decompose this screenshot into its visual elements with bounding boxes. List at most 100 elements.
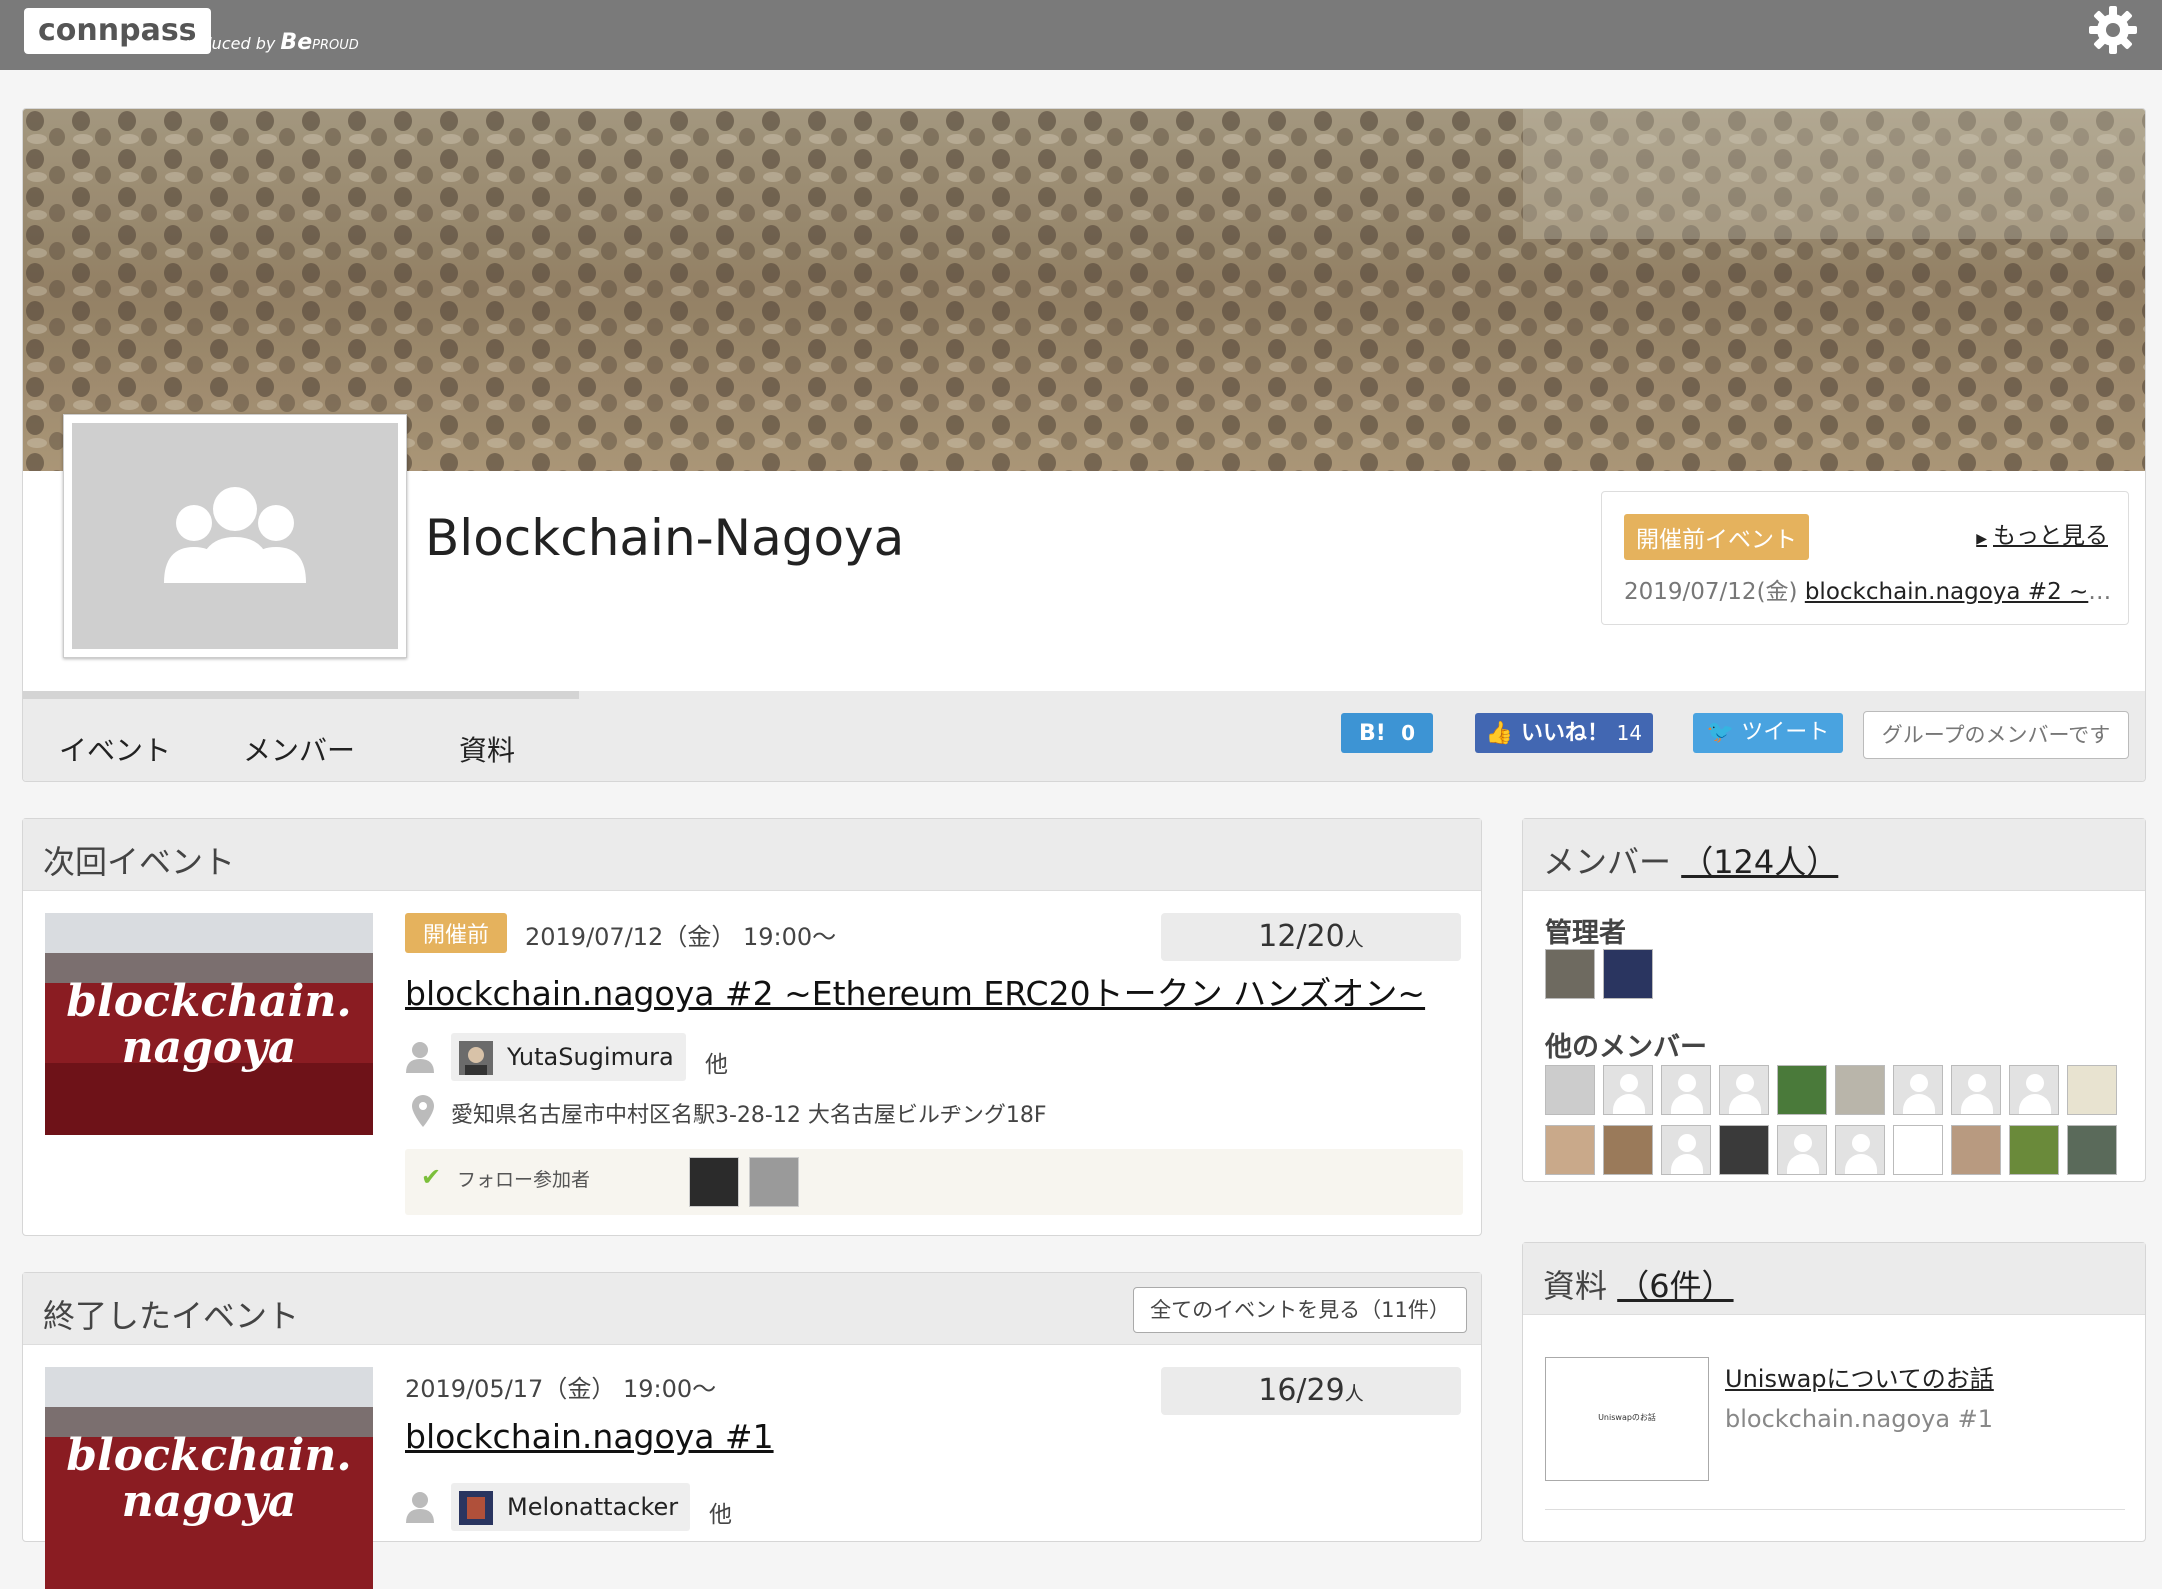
status-badge: 開催前: [405, 913, 508, 953]
material-title-link[interactable]: Uniswapについてのお話: [1725, 1359, 1994, 1394]
admins-heading: 管理者: [1545, 918, 1626, 949]
admin-avatar[interactable]: [1603, 949, 1653, 999]
member-avatar[interactable]: [2009, 1125, 2059, 1175]
follower-avatar[interactable]: [749, 1157, 799, 1207]
member-avatar[interactable]: [1893, 1065, 1943, 1115]
thumbnail-text: blockchain. nagoya: [45, 1433, 373, 1525]
tweet-label: ツイート: [1741, 720, 1830, 745]
follow-participants: ✔ フォロー参加者: [405, 1149, 1463, 1215]
materials-count-link[interactable]: （6件）: [1617, 1267, 1733, 1305]
follow-label: フォロー参加者: [457, 1169, 591, 1191]
members-heading: メンバー （124人）: [1543, 837, 1838, 883]
participant-count-unit: 人: [1344, 1383, 1364, 1405]
gear-icon[interactable]: [2085, 2, 2141, 58]
group-avatar-placeholder: [72, 423, 398, 649]
event-owner: YutaSugimura 他: [405, 1033, 745, 1081]
follower-avatar[interactable]: [689, 1157, 739, 1207]
member-status-button[interactable]: グループのメンバーです: [1863, 711, 2129, 759]
event-title-link[interactable]: blockchain.nagoya #1: [405, 1417, 774, 1456]
member-avatar[interactable]: [1661, 1125, 1711, 1175]
beproud-suffix: PROUD: [312, 38, 359, 53]
owner-name: YutaSugimura: [507, 1043, 674, 1071]
materials-heading-label: 資料: [1543, 1267, 1608, 1305]
thumbs-up-icon: 👍: [1485, 721, 1514, 746]
like-label: いいね！: [1520, 721, 1609, 746]
thumbnail-line1: blockchain.: [66, 1430, 352, 1481]
member-avatar[interactable]: [1893, 1125, 1943, 1175]
member-avatar[interactable]: [1719, 1065, 1769, 1115]
member-avatar[interactable]: [1545, 1125, 1595, 1175]
hatena-icon: B!: [1358, 721, 1386, 746]
tweet-button[interactable]: 🐦 ツイート: [1693, 713, 1843, 753]
event-date: 2019/05/17（金） 19:00〜: [405, 1375, 717, 1403]
twitter-bird-icon: 🐦: [1706, 720, 1735, 745]
participant-count: 12/20人: [1161, 913, 1461, 961]
material-event-name: blockchain.nagoya #1: [1725, 1405, 1994, 1433]
material-thumbnail-text: Uniswapのお話: [1598, 1413, 1656, 1422]
members-panel: メンバー （124人） 管理者 他のメンバー: [1522, 818, 2146, 1182]
member-avatar[interactable]: [2067, 1125, 2117, 1175]
owner-name: Melonattacker: [507, 1493, 679, 1521]
all-events-button[interactable]: 全てのイベントを見る（11件）: [1133, 1287, 1467, 1333]
owner-avatar: [459, 1491, 493, 1525]
owner-chip[interactable]: Melonattacker: [451, 1483, 691, 1531]
materials-panel: 資料 （6件） Uniswapのお話 Uniswapについてのお話 blockc…: [1522, 1242, 2146, 1542]
members-heading-label: メンバー: [1543, 843, 1672, 881]
material-thumbnail[interactable]: Uniswapのお話: [1545, 1357, 1709, 1481]
member-avatar[interactable]: [1777, 1125, 1827, 1175]
more-link[interactable]: ▶ もっと見る: [1976, 516, 2108, 550]
member-avatar[interactable]: [1661, 1065, 1711, 1115]
upcoming-event-line: 2019/07/12(金) blockchain.nagoya #2 ~Ethe…: [1624, 572, 2114, 606]
thumbnail-line1: blockchain.: [66, 976, 352, 1027]
group-header-card: Blockchain-Nagoya 開催前イベント ▶ もっと見る 2019/07…: [22, 108, 2146, 782]
member-avatar[interactable]: [1603, 1065, 1653, 1115]
member-avatar[interactable]: [1603, 1125, 1653, 1175]
person-icon: [406, 1042, 434, 1073]
thumbnail-line2: nagoya: [121, 1022, 297, 1073]
member-avatar[interactable]: [1719, 1125, 1769, 1175]
admin-avatar[interactable]: [1545, 949, 1595, 999]
owner-other: 他: [709, 1502, 732, 1528]
member-avatar[interactable]: [1835, 1065, 1885, 1115]
upcoming-event-link[interactable]: blockchain.nagoya #2 ~Ethereum ERC20トークン…: [1805, 579, 2114, 605]
member-avatar[interactable]: [1835, 1125, 1885, 1175]
next-event-thumbnail[interactable]: blockchain. nagoya: [45, 913, 373, 1135]
facebook-like-button[interactable]: 👍 いいね！ 14: [1475, 713, 1653, 753]
member-avatar[interactable]: [2067, 1065, 2117, 1115]
upcoming-badge: 開催前イベント: [1624, 514, 1809, 560]
hatena-bookmark-button[interactable]: B! 0: [1341, 713, 1433, 753]
upcoming-event-date: 2019/07/12(金): [1624, 579, 1798, 605]
group-tab-bar: イベント メンバー 資料 B! 0 👍 いいね！ 14 🐦 ツイート グループの…: [23, 691, 2145, 781]
participant-count: 16/29人: [1161, 1367, 1461, 1415]
members-header: メンバー （124人）: [1523, 819, 2145, 891]
like-count: 14: [1616, 721, 1643, 745]
produced-by-text: produced by BePROUD: [175, 30, 359, 55]
event-title: blockchain.nagoya #1: [405, 1417, 774, 1456]
tab-events[interactable]: イベント: [59, 729, 171, 769]
owner-other: 他: [705, 1052, 728, 1078]
group-people-icon: [164, 487, 306, 583]
next-event-header: 次回イベント: [23, 819, 1481, 891]
member-avatar[interactable]: [1951, 1125, 2001, 1175]
member-avatar[interactable]: [1777, 1065, 1827, 1115]
materials-heading: 資料 （6件）: [1543, 1261, 1734, 1307]
member-avatar[interactable]: [1545, 1065, 1595, 1115]
thumbnail-text: blockchain. nagoya: [45, 979, 373, 1071]
members-count-link[interactable]: （124人）: [1681, 843, 1838, 881]
tab-indicator: [23, 691, 579, 699]
divider: [1545, 1509, 2125, 1510]
member-avatar[interactable]: [1951, 1065, 2001, 1115]
top-navigation-bar: connpass produced by BePROUD: [0, 0, 2162, 70]
materials-header: 資料 （6件）: [1523, 1243, 2145, 1315]
past-event-thumbnail[interactable]: blockchain. nagoya: [45, 1367, 373, 1589]
tab-materials[interactable]: 資料: [459, 729, 515, 769]
upcoming-event-box: 開催前イベント ▶ もっと見る 2019/07/12(金) blockchain.…: [1601, 491, 2129, 625]
event-title-link[interactable]: blockchain.nagoya #2 ~Ethereum ERC20トークン…: [405, 974, 1425, 1013]
hatena-count: 0: [1401, 721, 1416, 745]
past-events-heading: 終了したイベント: [43, 1297, 300, 1335]
owner-chip[interactable]: YutaSugimura: [451, 1033, 686, 1081]
tab-members[interactable]: メンバー: [243, 729, 355, 769]
person-icon: [406, 1492, 434, 1523]
member-avatar[interactable]: [2009, 1065, 2059, 1115]
owner-avatar: [459, 1041, 493, 1075]
